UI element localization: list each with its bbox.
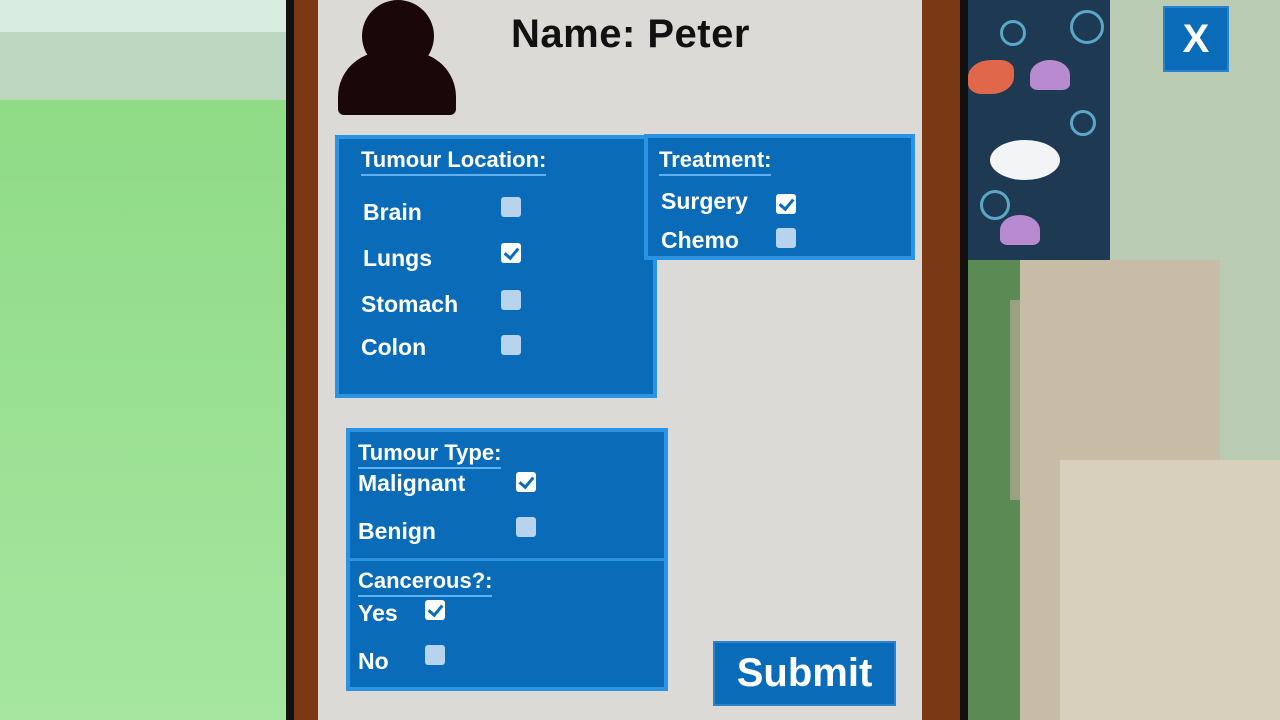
- checkbox-lungs[interactable]: [501, 243, 521, 263]
- close-button[interactable]: X: [1163, 6, 1229, 72]
- patient-name: Name: Peter: [511, 12, 750, 56]
- cancerous-title: Cancerous?:: [358, 568, 493, 597]
- option-label-stomach: Stomach: [361, 291, 459, 317]
- option-label-lungs: Lungs: [363, 245, 432, 271]
- option-label-chemo: Chemo: [661, 227, 739, 253]
- bubble-decoration: [980, 190, 1010, 220]
- checkbox-surgery[interactable]: [776, 194, 796, 214]
- submit-button[interactable]: Submit: [713, 641, 896, 706]
- checkbox-no[interactable]: [425, 645, 445, 665]
- tumour-type-panel: Tumour Type: Malignant Benign Cancerous?…: [346, 428, 668, 691]
- checkbox-benign[interactable]: [516, 517, 536, 537]
- checkbox-colon[interactable]: [501, 335, 521, 355]
- background-left-trim: [0, 0, 290, 32]
- cabinet-front: [1060, 460, 1280, 720]
- option-label-benign: Benign: [358, 518, 436, 544]
- option-label-surgery: Surgery: [661, 188, 748, 214]
- tumour-location-panel: Tumour Location: Brain Lungs Stomach Col…: [335, 135, 657, 398]
- bubble-decoration: [1000, 20, 1026, 46]
- treatment-title: Treatment:: [659, 147, 772, 176]
- option-label-malignant: Malignant: [358, 470, 466, 496]
- penguin-decoration: [990, 140, 1060, 180]
- checkbox-yes[interactable]: [425, 600, 445, 620]
- bubble-decoration: [1070, 110, 1096, 136]
- person-silhouette-icon: [338, 0, 456, 115]
- checkbox-malignant[interactable]: [516, 472, 536, 492]
- option-label-no: No: [358, 648, 389, 674]
- starfish-decoration: [968, 60, 1014, 94]
- checkbox-chemo[interactable]: [776, 228, 796, 248]
- tumour-location-title: Tumour Location:: [361, 147, 547, 176]
- bubble-decoration: [1070, 10, 1104, 44]
- jellyfish-decoration: [1030, 60, 1070, 90]
- treatment-panel: Treatment: Surgery Chemo: [644, 134, 915, 260]
- option-label-colon: Colon: [361, 334, 427, 360]
- background-left-wall: [0, 0, 290, 720]
- tumour-type-title: Tumour Type:: [358, 440, 502, 469]
- jellyfish-decoration: [1000, 215, 1040, 245]
- checkbox-stomach[interactable]: [501, 290, 521, 310]
- option-label-yes: Yes: [358, 600, 398, 626]
- checkbox-brain[interactable]: [501, 197, 521, 217]
- background-room-scene: [960, 0, 1280, 720]
- panel-divider: [350, 558, 664, 561]
- option-label-brain: Brain: [363, 199, 422, 225]
